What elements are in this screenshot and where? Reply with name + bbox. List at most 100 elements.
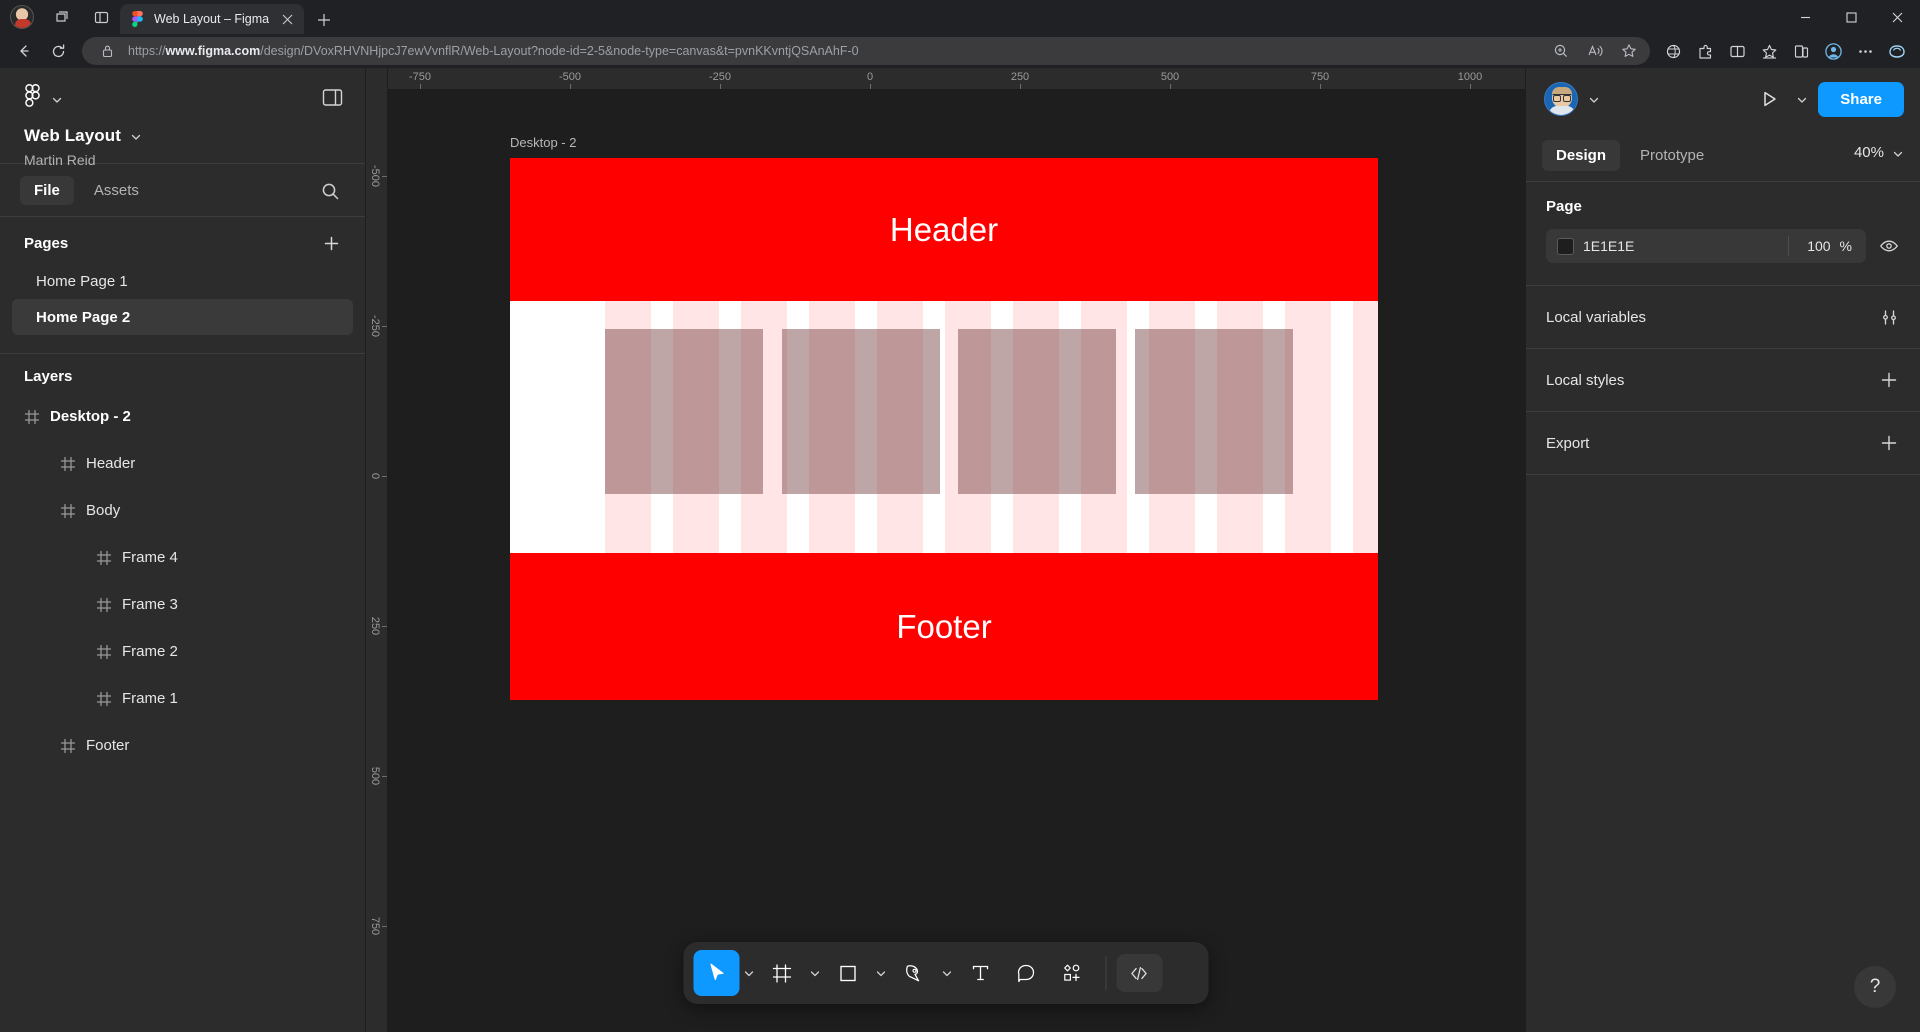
- tab-file[interactable]: File: [20, 175, 74, 205]
- row-export[interactable]: Export: [1526, 412, 1920, 474]
- share-button[interactable]: Share: [1818, 81, 1904, 117]
- split-pane-icon[interactable]: [88, 4, 114, 30]
- pen-tool-chevron-down-icon[interactable]: [937, 950, 957, 996]
- browser-tab[interactable]: Web Layout – Figma: [120, 4, 305, 34]
- row-local-styles[interactable]: Local styles: [1526, 349, 1920, 411]
- page-item-home-page-1[interactable]: Home Page 1: [12, 263, 353, 299]
- url-bar[interactable]: https://www.figma.com/design/DVoxRHVNHjp…: [82, 37, 1650, 65]
- frame-tool-chevron-down-icon[interactable]: [805, 950, 825, 996]
- dev-mode-switch-track[interactable]: [1162, 954, 1198, 992]
- body-frame-4[interactable]: [1135, 329, 1293, 494]
- artboard-header[interactable]: Header: [510, 158, 1378, 301]
- shape-tool-chevron-down-icon[interactable]: [871, 950, 891, 996]
- pen-tool[interactable]: [891, 950, 937, 996]
- tab-groups-icon[interactable]: [48, 4, 74, 30]
- frame-tool[interactable]: [759, 950, 805, 996]
- layer-item-header[interactable]: Header: [0, 440, 365, 487]
- ruler-tick-mark: [382, 326, 387, 327]
- copilot-icon[interactable]: [1882, 36, 1912, 66]
- layer-item-frame-1[interactable]: Frame 1: [0, 675, 365, 722]
- dev-mode-toggle[interactable]: [1116, 954, 1162, 992]
- page-item-home-page-2[interactable]: Home Page 2: [12, 299, 353, 335]
- browser-profile-icon[interactable]: [1818, 36, 1848, 66]
- color-swatch[interactable]: [1557, 237, 1574, 255]
- frame-label[interactable]: Desktop - 2: [510, 135, 576, 150]
- design-canvas[interactable]: -750 -500 -250 0 250 500 750 1000 -500 -250 0 250 5…: [366, 68, 1525, 1032]
- chevron-down-icon[interactable]: [130, 130, 142, 142]
- layer-item-frame-4[interactable]: Frame 4: [0, 534, 365, 581]
- layer-tree: Desktop - 2 Header Body Frame 4 Frame 3 Frame…: [0, 393, 365, 769]
- layer-item-desktop-2[interactable]: Desktop - 2: [0, 393, 365, 440]
- actions-plugins-tool[interactable]: [1049, 950, 1095, 996]
- opacity-value[interactable]: 100: [1789, 238, 1830, 254]
- tab-prototype[interactable]: Prototype: [1626, 140, 1718, 171]
- chevron-down-icon[interactable]: [51, 93, 63, 105]
- ruler-tick-label: -500: [369, 164, 381, 188]
- body-frame-1[interactable]: [605, 329, 763, 494]
- chevron-down-icon[interactable]: [1588, 93, 1600, 105]
- settings-and-more-icon[interactable]: [1850, 36, 1880, 66]
- figma-icon: [132, 11, 145, 27]
- tab-assets[interactable]: Assets: [80, 176, 153, 205]
- figma-logo-icon[interactable]: [24, 84, 44, 114]
- avatar[interactable]: [1544, 82, 1578, 116]
- help-button[interactable]: ?: [1854, 966, 1896, 1008]
- artboard-footer[interactable]: Footer: [510, 553, 1378, 700]
- tab-design[interactable]: Design: [1542, 140, 1621, 171]
- pages-title: Pages: [24, 234, 69, 252]
- figma-home-row[interactable]: [24, 84, 347, 114]
- frame-icon: [60, 456, 76, 472]
- close-button[interactable]: [1874, 0, 1920, 34]
- left-sidebar: Web Layout Martin Reid File Assets Pages: [0, 68, 366, 1032]
- new-tab-button[interactable]: [310, 6, 338, 34]
- favorite-icon[interactable]: [1616, 39, 1642, 63]
- profile-avatar[interactable]: [10, 5, 34, 29]
- zoom-icon[interactable]: [1548, 39, 1574, 63]
- row-local-variables[interactable]: Local variables: [1526, 286, 1920, 348]
- plus-icon[interactable]: [1876, 430, 1902, 456]
- move-tool[interactable]: [693, 950, 739, 996]
- minimize-button[interactable]: [1782, 0, 1828, 34]
- layer-item-frame-2[interactable]: Frame 2: [0, 628, 365, 675]
- eye-icon[interactable]: [1876, 233, 1902, 259]
- split-screen-icon[interactable]: [1722, 36, 1752, 66]
- add-page-icon[interactable]: [319, 231, 343, 255]
- artboard-body[interactable]: [510, 301, 1378, 553]
- ruler-tick-mark: [382, 926, 387, 927]
- file-name: Web Layout: [24, 126, 122, 145]
- artboard-desktop-2[interactable]: Header Footer: [510, 158, 1378, 700]
- browser-essentials-icon[interactable]: [1658, 36, 1688, 66]
- comment-tool[interactable]: [1003, 950, 1049, 996]
- color-hex-value[interactable]: 1E1E1E: [1583, 238, 1788, 254]
- close-icon[interactable]: [278, 10, 296, 28]
- collections-icon[interactable]: [1786, 36, 1816, 66]
- chevron-down-icon[interactable]: [1892, 147, 1904, 159]
- layer-item-frame-3[interactable]: Frame 3: [0, 581, 365, 628]
- read-aloud-icon[interactable]: [1582, 39, 1608, 63]
- present-button[interactable]: [1752, 82, 1786, 116]
- move-tool-chevron-down-icon[interactable]: [739, 950, 759, 996]
- refresh-icon[interactable]: [42, 36, 74, 66]
- file-header: Web Layout Martin Reid: [0, 68, 365, 168]
- text-tool[interactable]: [957, 950, 1003, 996]
- search-icon[interactable]: [317, 178, 343, 204]
- back-icon[interactable]: [8, 36, 40, 66]
- favorites-bar-icon[interactable]: [1754, 36, 1784, 66]
- maximize-button[interactable]: [1828, 0, 1874, 34]
- plus-icon[interactable]: [1876, 367, 1902, 393]
- frame-icon: [96, 644, 112, 660]
- present-chevron-down-icon[interactable]: [1796, 93, 1808, 105]
- extensions-icon[interactable]: [1690, 36, 1720, 66]
- body-frame-3[interactable]: [958, 329, 1116, 494]
- layer-item-footer[interactable]: Footer: [0, 722, 365, 769]
- body-frame-2[interactable]: [782, 329, 940, 494]
- color-field[interactable]: 1E1E1E 100 %: [1546, 229, 1866, 263]
- layer-item-body[interactable]: Body: [0, 487, 365, 534]
- file-name-row[interactable]: Web Layout: [24, 126, 347, 146]
- sliders-icon[interactable]: [1876, 304, 1902, 330]
- frame-icon: [96, 550, 112, 566]
- ruler-tick-label: 500: [1160, 71, 1180, 83]
- panel-toggle-icon[interactable]: [319, 84, 345, 110]
- zoom-control[interactable]: 40%: [1854, 144, 1904, 161]
- shape-tool[interactable]: [825, 950, 871, 996]
